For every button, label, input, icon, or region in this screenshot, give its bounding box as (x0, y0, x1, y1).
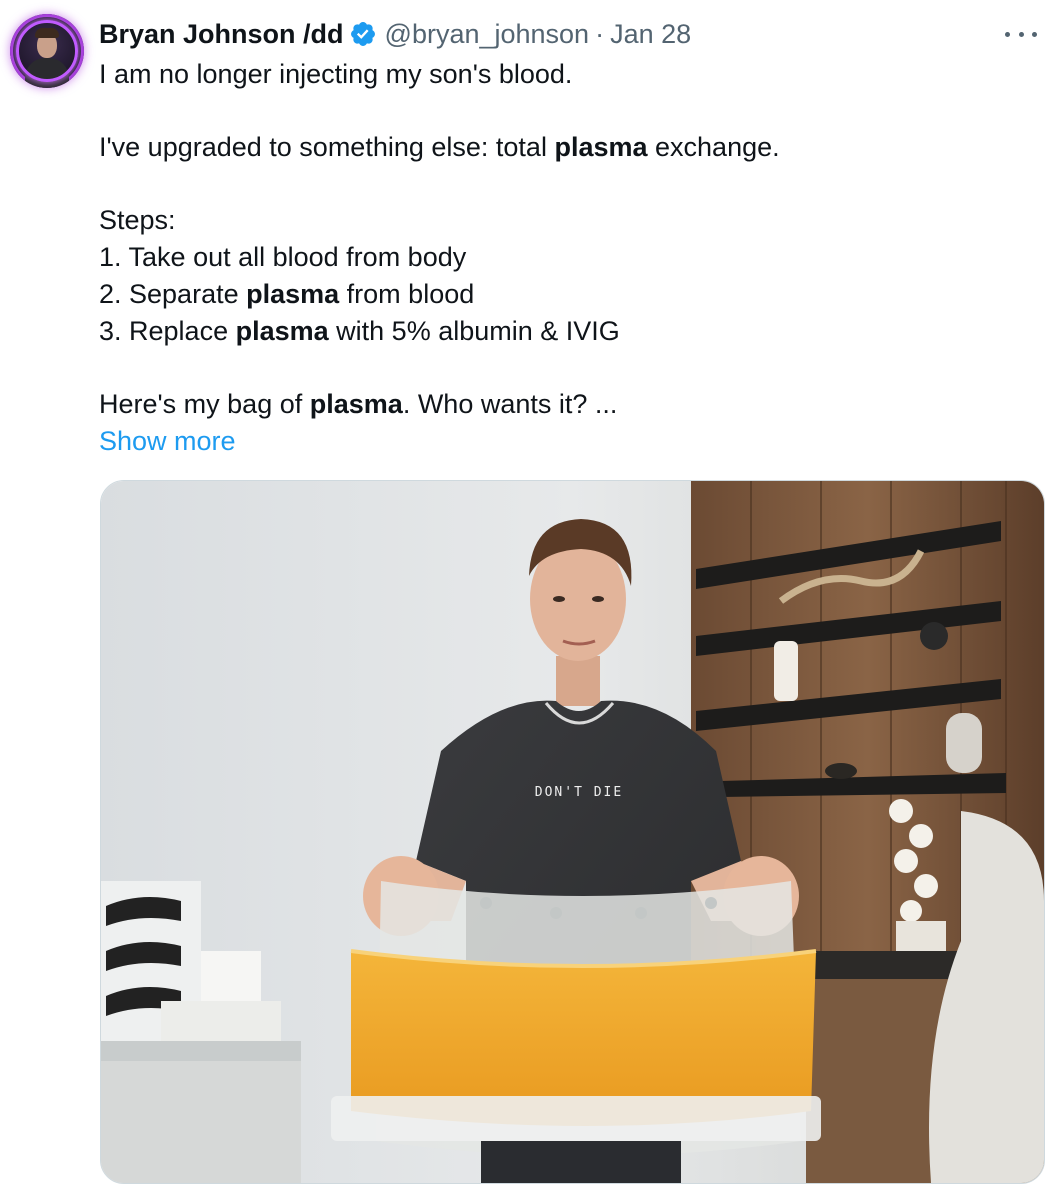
author-handle[interactable]: @bryan_johnson (385, 19, 590, 50)
verified-badge-icon (349, 20, 377, 48)
bold-text: plasma (235, 316, 329, 346)
shirt-text: DON'T DIE (535, 785, 623, 800)
show-more-link[interactable]: Show more (99, 423, 236, 460)
text-segment: . Who wants it? ... (402, 389, 618, 419)
bold-text: plasma (554, 132, 648, 162)
author-display-name[interactable]: Bryan Johnson /dd (99, 19, 344, 50)
tweet-line: Here's my bag of plasma. Who wants it? .… (99, 386, 1029, 423)
tweet-photo[interactable]: DON'T DIE (100, 480, 1045, 1184)
text-segment: I've upgraded to something else: total (99, 132, 555, 162)
step-item: 3. Replace plasma with 5% albumin & IVIG (99, 313, 1029, 350)
bold-text: plasma (246, 279, 340, 309)
text-segment: from blood (339, 279, 475, 309)
photo-man-holding-plasma-bag: DON'T DIE (101, 481, 1044, 1183)
more-dot-icon (1032, 31, 1037, 37)
avatar-neon-ring (16, 20, 78, 82)
more-dot-icon (1005, 31, 1010, 37)
text-segment: exchange. (647, 132, 780, 162)
tweet[interactable]: Bryan Johnson /dd @bryan_johnson · Jan 2… (0, 0, 1061, 1200)
steps-header: Steps: (99, 205, 176, 235)
tweet-header: Bryan Johnson /dd @bryan_johnson · Jan 2… (99, 16, 691, 52)
header-separator: · (595, 18, 605, 49)
step-item: 1. Take out all blood from body (99, 242, 467, 272)
text-segment: 2. Separate (99, 279, 247, 309)
tweet-line: I am no longer injecting my son's blood. (99, 59, 573, 89)
tweet-text: I am no longer injecting my son's blood.… (99, 56, 1029, 460)
more-options-icon[interactable] (1005, 22, 1037, 46)
text-segment: Here's my bag of (99, 389, 310, 419)
tweet-line: I've upgraded to something else: total p… (99, 129, 1029, 166)
text-segment: with 5% albumin & IVIG (328, 316, 620, 346)
bold-text: plasma (309, 389, 403, 419)
step-item: 2. Separate plasma from blood (99, 276, 1029, 313)
more-dot-icon (1018, 31, 1024, 37)
tweet-date[interactable]: Jan 28 (610, 19, 691, 50)
text-segment: 3. Replace (99, 316, 236, 346)
author-avatar[interactable] (10, 14, 84, 88)
